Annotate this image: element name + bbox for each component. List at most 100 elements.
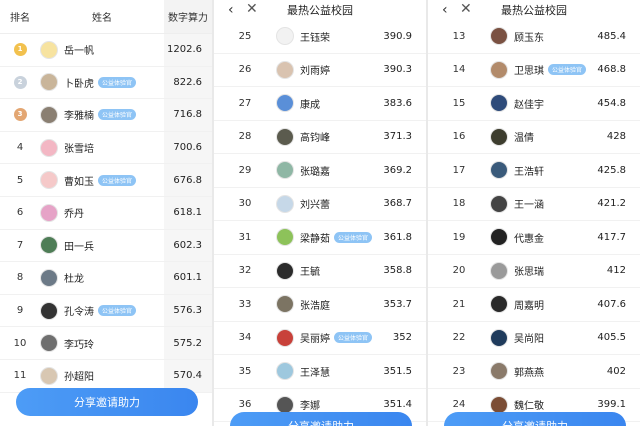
leaderboard-row[interactable]: 8 杜龙 601.1	[0, 262, 212, 295]
status-badge: 公益体验官	[548, 64, 587, 76]
leaderboard-row[interactable]: 32 王毓 358.8	[214, 255, 426, 288]
nav-header: ‹ ✕ 最热公益校园	[428, 0, 640, 20]
avatar[interactable]	[490, 261, 508, 280]
header-name: 姓名	[92, 13, 112, 24]
share-invite-button[interactable]: 分享邀请助力	[444, 412, 626, 426]
leaderboard-row[interactable]: 29 张璐嘉 369.2	[214, 154, 426, 188]
avatar[interactable]	[40, 138, 58, 157]
leaderboard-row[interactable]: 5 曹如玉 公益体验官 676.8	[0, 164, 212, 197]
back-icon[interactable]: ‹	[228, 2, 234, 18]
leaderboard-row[interactable]: 17 王浩轩 425.8	[428, 154, 640, 188]
avatar[interactable]	[276, 94, 294, 113]
leaderboard-row[interactable]: 18 王一涵 421.2	[428, 188, 640, 221]
avatar[interactable]	[276, 60, 294, 79]
avatar[interactable]	[276, 328, 294, 347]
score-value: 618.1	[173, 207, 202, 219]
avatar[interactable]	[40, 171, 58, 190]
avatar[interactable]	[40, 203, 58, 222]
score-value: 361.8	[383, 231, 412, 243]
leaderboard-row[interactable]: 3 李雅楠 公益体验官 716.8	[0, 99, 212, 132]
leaderboard-row[interactable]: 16 温倩 428	[428, 121, 640, 154]
leaderboard-row[interactable]: 35 王泽慧 351.5	[214, 355, 426, 389]
avatar[interactable]	[40, 73, 58, 92]
user-name: 刘兴蕾	[300, 200, 330, 212]
rank-number: 6	[16, 207, 24, 219]
leaderboard-row[interactable]: 27 康成 383.6	[214, 87, 426, 121]
leaderboard-row[interactable]: 9 孔令涛 公益体验官 576.3	[0, 294, 212, 328]
avatar[interactable]	[490, 295, 508, 314]
leaderboard-row[interactable]: 7 田一兵 602.3	[0, 229, 212, 263]
leaderboard-row[interactable]: 21 周嘉明 407.6	[428, 288, 640, 322]
score-value: 353.7	[383, 298, 412, 310]
back-icon[interactable]: ‹	[442, 2, 448, 18]
leaderboard-row[interactable]: 4 张雪培 700.6	[0, 131, 212, 165]
rank-number: 15	[452, 97, 466, 109]
leaderboard-row[interactable]: 25 王钰荣 390.9	[214, 20, 426, 54]
user-name: 赵佳宇	[514, 99, 544, 111]
leaderboard-row[interactable]: 10 李巧玲 575.2	[0, 327, 212, 360]
leaderboard-row[interactable]: 34 吴丽婷 公益体验官 352	[214, 322, 426, 355]
user-name: 张雪培	[64, 144, 94, 156]
leaderboard-row[interactable]: 28 高钧峰 371.3	[214, 121, 426, 154]
leaderboard-row[interactable]: 14 卫思琪 公益体验官 468.8	[428, 54, 640, 87]
avatar[interactable]	[490, 27, 508, 46]
avatar[interactable]	[490, 362, 508, 381]
avatar[interactable]	[276, 362, 294, 381]
avatar[interactable]	[276, 261, 294, 280]
leaderboard-row[interactable]: 26 刘雨婷 390.3	[214, 54, 426, 87]
avatar[interactable]	[490, 194, 508, 213]
avatar[interactable]	[490, 127, 508, 146]
leaderboard-row[interactable]: 19 代惠金 417.7	[428, 221, 640, 255]
user-name: 王一涵	[514, 200, 544, 212]
score-value: 601.1	[173, 272, 202, 284]
user-name: 刘雨婷	[300, 66, 330, 78]
leaderboard-row[interactable]: 1 岳一帆 1202.6	[0, 34, 212, 67]
avatar[interactable]	[40, 268, 58, 287]
user-name: 张浩庭	[300, 300, 330, 312]
avatar[interactable]	[40, 366, 58, 385]
score-value: 576.3	[173, 305, 202, 317]
score-value: 402	[606, 365, 626, 377]
avatar[interactable]	[40, 301, 58, 320]
avatar[interactable]	[40, 40, 58, 59]
score-value: 454.8	[597, 97, 626, 109]
avatar[interactable]	[490, 328, 508, 347]
leaderboard-row[interactable]: 6 乔丹 618.1	[0, 196, 212, 230]
leaderboard-row[interactable]: 2 卜卧虎 公益体验官 822.6	[0, 66, 212, 100]
avatar[interactable]	[40, 236, 58, 255]
avatar[interactable]	[276, 295, 294, 314]
leaderboard-row[interactable]: 13 顾玉东 485.4	[428, 20, 640, 54]
avatar[interactable]	[276, 228, 294, 247]
leaderboard-row[interactable]: 33 张浩庭 353.7	[214, 288, 426, 322]
score-value: 468.8	[597, 64, 626, 76]
score-value: 425.8	[597, 164, 626, 176]
leaderboard-row[interactable]: 20 张思瑞 412	[428, 255, 640, 288]
leaderboard-row[interactable]: 22 吴尚阳 405.5	[428, 322, 640, 355]
leaderboard-row[interactable]: 15 赵佳宇 454.8	[428, 87, 640, 121]
leaderboard-row[interactable]: 30 刘兴蕾 368.7	[214, 188, 426, 221]
avatar[interactable]	[276, 161, 294, 180]
leaderboard-row[interactable]: 31 梁静茹 公益体验官 361.8	[214, 221, 426, 255]
rank-number: 9	[16, 305, 24, 317]
medal-rank: 2	[13, 75, 27, 89]
close-icon[interactable]: ✕	[460, 1, 472, 17]
avatar[interactable]	[276, 127, 294, 146]
avatar[interactable]	[490, 161, 508, 180]
avatar[interactable]	[276, 194, 294, 213]
user-name: 田一兵	[64, 241, 94, 253]
avatar[interactable]	[490, 94, 508, 113]
avatar[interactable]	[490, 60, 508, 79]
user-name: 孔令涛	[64, 307, 94, 319]
avatar[interactable]	[40, 334, 58, 353]
share-invite-button[interactable]: 分享邀请助力	[230, 412, 412, 426]
avatar[interactable]	[40, 105, 58, 124]
close-icon[interactable]: ✕	[246, 1, 258, 17]
share-invite-button[interactable]: 分享邀请助力	[16, 388, 198, 416]
avatar[interactable]	[276, 27, 294, 46]
medal-icon: 2	[0, 75, 40, 89]
leaderboard-row[interactable]: 23 郭燕燕 402	[428, 355, 640, 389]
user-name: 吴尚阳	[514, 334, 544, 346]
score-value: 570.4	[173, 370, 202, 382]
avatar[interactable]	[490, 228, 508, 247]
score-value: 351.4	[383, 399, 412, 411]
